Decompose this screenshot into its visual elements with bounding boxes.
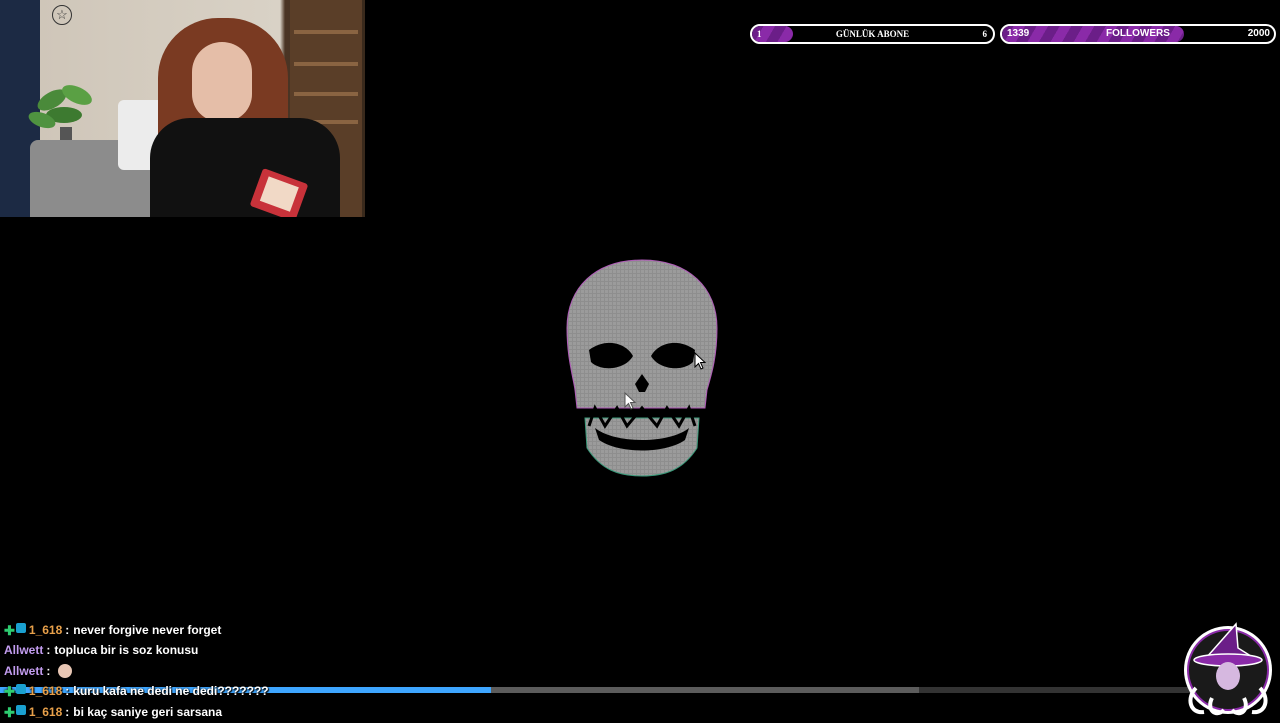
mouse-cursor-icon bbox=[694, 352, 707, 370]
chat-separator: : bbox=[46, 643, 51, 658]
sub-badge-icon bbox=[15, 622, 26, 633]
chat-emote-icon bbox=[58, 664, 73, 679]
daily-sub-goal-bar: 1 GÜNLÜK ABONE 6 bbox=[750, 24, 995, 44]
chat-separator: : bbox=[46, 663, 51, 678]
chat-message: ✚ 1_618: bi kaç saniye geri sarsana bbox=[4, 702, 604, 723]
chat-message: ✚ 1_618: kuru kafa ne dedi ne dedi??????? bbox=[4, 682, 604, 703]
daily-sub-goal-label: GÜNLÜK ABONE bbox=[835, 29, 910, 39]
follower-goal-target: 2000 bbox=[1247, 28, 1270, 39]
houseplant bbox=[28, 85, 92, 145]
chat-username: Allwett bbox=[4, 643, 44, 658]
sub-badge-icon bbox=[15, 684, 26, 695]
chat-message: Allwett: topluca bir is soz konusu bbox=[4, 641, 604, 662]
streamer-face bbox=[192, 42, 252, 122]
mouse-cursor-icon bbox=[624, 392, 637, 410]
chat-username: 1_618 bbox=[28, 684, 63, 699]
user-badges: ✚ bbox=[4, 704, 26, 720]
chat-message: ✚ 1_618: never forgive never forget bbox=[4, 620, 604, 641]
chat-text: kuru kafa ne dedi ne dedi??????? bbox=[73, 684, 269, 699]
daily-sub-goal-target: 6 bbox=[982, 29, 988, 39]
follower-goal-bar: 1339 FOLLOWERS 2000 bbox=[1000, 24, 1276, 44]
streamer-body bbox=[150, 118, 340, 217]
chat-username: 1_618 bbox=[28, 704, 63, 719]
user-badges: ✚ bbox=[4, 622, 26, 638]
prime-badge-icon: ✚ bbox=[4, 684, 15, 700]
witch-logo-icon bbox=[1184, 622, 1272, 716]
chat-overlay: ✚ 1_618: never forgive never forget Allwett… bbox=[4, 620, 604, 723]
chat-text: never forgive never forget bbox=[73, 622, 222, 637]
chat-separator: : bbox=[65, 622, 70, 637]
follower-goal-label: FOLLOWERS bbox=[1106, 28, 1170, 39]
sub-badge-icon bbox=[15, 704, 26, 715]
chat-separator: : bbox=[65, 704, 70, 719]
pentagram-icon: ☆ bbox=[52, 5, 72, 25]
chat-message: Allwett: bbox=[4, 661, 604, 682]
chat-username: 1_618 bbox=[28, 622, 63, 637]
chat-separator: : bbox=[65, 684, 70, 699]
prime-badge-icon: ✚ bbox=[4, 622, 15, 638]
chat-text: bi kaç saniye geri sarsana bbox=[73, 704, 223, 719]
chat-text: topluca bir is soz konusu bbox=[54, 643, 199, 658]
chat-username: Allwett bbox=[4, 663, 44, 678]
prime-badge-icon: ✚ bbox=[4, 704, 15, 720]
user-badges: ✚ bbox=[4, 684, 26, 699]
webcam-overlay: ☆ bbox=[0, 0, 365, 217]
